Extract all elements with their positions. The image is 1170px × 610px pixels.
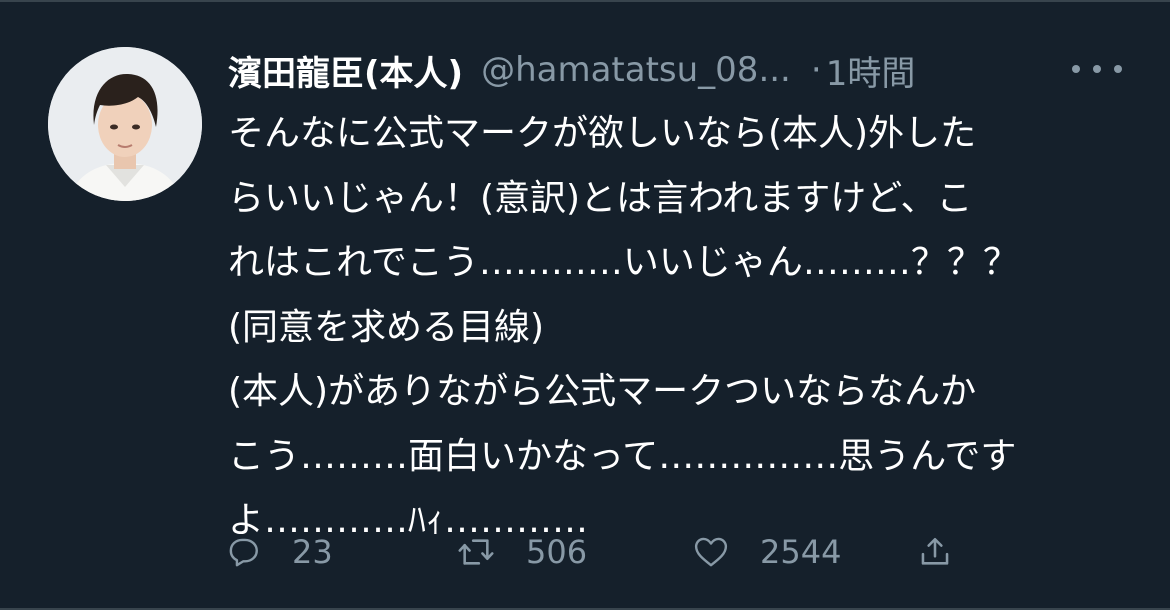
- user-handle[interactable]: @hamatatsu_08...: [481, 50, 791, 90]
- avatar[interactable]: [48, 47, 202, 201]
- tweet-header: 濱田龍臣(本人) @hamatatsu_08... · 1時間: [228, 42, 1128, 98]
- reply-icon: [229, 538, 258, 567]
- tweet-text-line: そんなに公式マークが欲しいなら(本人)外した: [228, 113, 977, 154]
- tweet[interactable]: 濱田龍臣(本人) @hamatatsu_08... · 1時間 そんなに公式マー…: [0, 0, 1170, 610]
- retweet-icon: [458, 539, 494, 565]
- action-bar: 23 506 2544: [228, 524, 1128, 580]
- tweet-text-line: (本人)がありながら公式マークついならなんか: [228, 371, 977, 412]
- tweet-text-line: らいいじゃん！(意訳)とは言われますけど、こ: [228, 177, 973, 219]
- share-button[interactable]: [918, 524, 952, 580]
- reply-count: 23: [292, 533, 333, 571]
- tweet-text-line: れはこれでこう…………いいじゃん………？？？: [228, 242, 1019, 283]
- separator-dot: ·: [810, 50, 822, 90]
- retweet-button[interactable]: 506: [456, 524, 587, 580]
- more-icon[interactable]: [1072, 52, 1122, 86]
- tweet-text: そんなに公式マークが欲しいなら(本人)外した らいいじゃん！(意訳)とは言われま…: [228, 102, 1128, 554]
- display-name[interactable]: 濱田龍臣(本人): [228, 46, 463, 95]
- share-icon: [921, 537, 949, 565]
- heart-icon: [694, 537, 728, 567]
- like-button[interactable]: 2544: [692, 524, 841, 580]
- tweet-text-line: (同意を求める目線): [228, 306, 545, 348]
- reply-button[interactable]: 23: [228, 524, 333, 580]
- avatar-image: [48, 47, 202, 201]
- tweet-text-line: こう………面白いかなって……………思うんです: [228, 435, 1017, 477]
- like-count: 2544: [760, 533, 842, 571]
- retweet-count: 506: [526, 533, 588, 571]
- timestamp[interactable]: 1時間: [826, 46, 916, 95]
